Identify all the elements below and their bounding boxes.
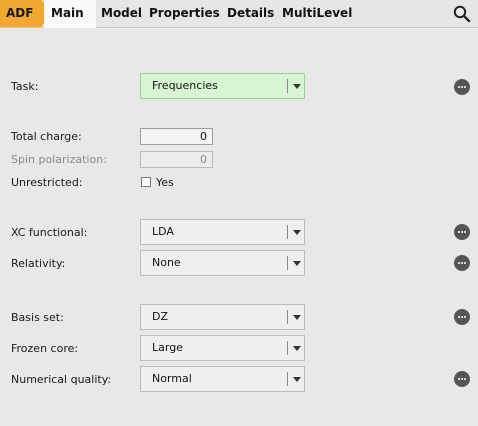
frozen-core-value: Large <box>152 341 183 354</box>
tab-bar: ADF Main Model Properties Details MultiL… <box>0 0 478 28</box>
basis-set-more-button[interactable] <box>454 309 470 325</box>
dropdown-separator <box>287 225 288 239</box>
tab-adf-label: ADF <box>6 6 34 20</box>
relativity-more-button[interactable] <box>454 255 470 271</box>
spin-polarization-field: 0 <box>140 151 213 168</box>
tab-details[interactable]: Details <box>227 0 274 27</box>
dropdown-separator <box>287 256 288 270</box>
dropdown-separator <box>287 310 288 324</box>
total-charge-label: Total charge: <box>11 130 82 143</box>
spin-polarization-label: Spin polarization: <box>11 153 107 166</box>
search-button[interactable] <box>452 4 472 24</box>
more-options-icon <box>458 316 460 318</box>
task-value: Frequencies <box>152 79 218 92</box>
basis-set-value: DZ <box>152 310 169 323</box>
chevron-down-icon <box>293 261 301 266</box>
chevron-down-icon <box>293 346 301 351</box>
dropdown-separator <box>287 79 288 93</box>
numerical-quality-value: Normal <box>152 372 192 385</box>
tab-adf[interactable]: ADF <box>0 0 42 27</box>
dropdown-separator <box>287 372 288 386</box>
unrestricted-label: Unrestricted: <box>11 176 83 189</box>
numerical-quality-label: Numerical quality: <box>11 373 112 386</box>
xc-functional-select[interactable]: LDA <box>140 219 305 245</box>
total-charge-field[interactable]: 0 <box>140 128 213 145</box>
frozen-core-select[interactable]: Large <box>140 335 305 361</box>
xc-functional-more-button[interactable] <box>454 224 470 240</box>
chevron-down-icon <box>293 377 301 382</box>
more-options-icon <box>458 262 460 264</box>
xc-functional-label: XC functional: <box>11 226 88 239</box>
more-options-icon <box>458 378 460 380</box>
tab-multilevel[interactable]: MultiLevel <box>282 0 352 27</box>
unrestricted-checkbox[interactable] <box>141 177 151 187</box>
xc-functional-value: LDA <box>152 225 174 238</box>
chevron-down-icon <box>293 84 301 89</box>
unrestricted-checkbox-label[interactable]: Yes <box>156 176 174 190</box>
numerical-quality-select[interactable]: Normal <box>140 366 305 392</box>
numerical-quality-more-button[interactable] <box>454 371 470 387</box>
tab-main[interactable]: Main <box>51 0 84 27</box>
more-options-icon <box>458 231 460 233</box>
task-label: Task: <box>11 80 39 93</box>
chevron-down-icon <box>293 230 301 235</box>
tab-model[interactable]: Model <box>101 0 142 27</box>
chevron-down-icon <box>293 315 301 320</box>
tab-properties[interactable]: Properties <box>149 0 220 27</box>
basis-set-label: Basis set: <box>11 311 64 324</box>
task-select[interactable]: Frequencies <box>140 73 305 99</box>
dropdown-separator <box>287 341 288 355</box>
more-options-icon <box>458 86 460 88</box>
relativity-label: Relativity: <box>11 257 66 270</box>
basis-set-select[interactable]: DZ <box>140 304 305 330</box>
search-icon <box>453 5 471 23</box>
relativity-value: None <box>152 256 181 269</box>
relativity-select[interactable]: None <box>140 250 305 276</box>
task-more-button[interactable] <box>454 79 470 95</box>
frozen-core-label: Frozen core: <box>11 342 79 355</box>
